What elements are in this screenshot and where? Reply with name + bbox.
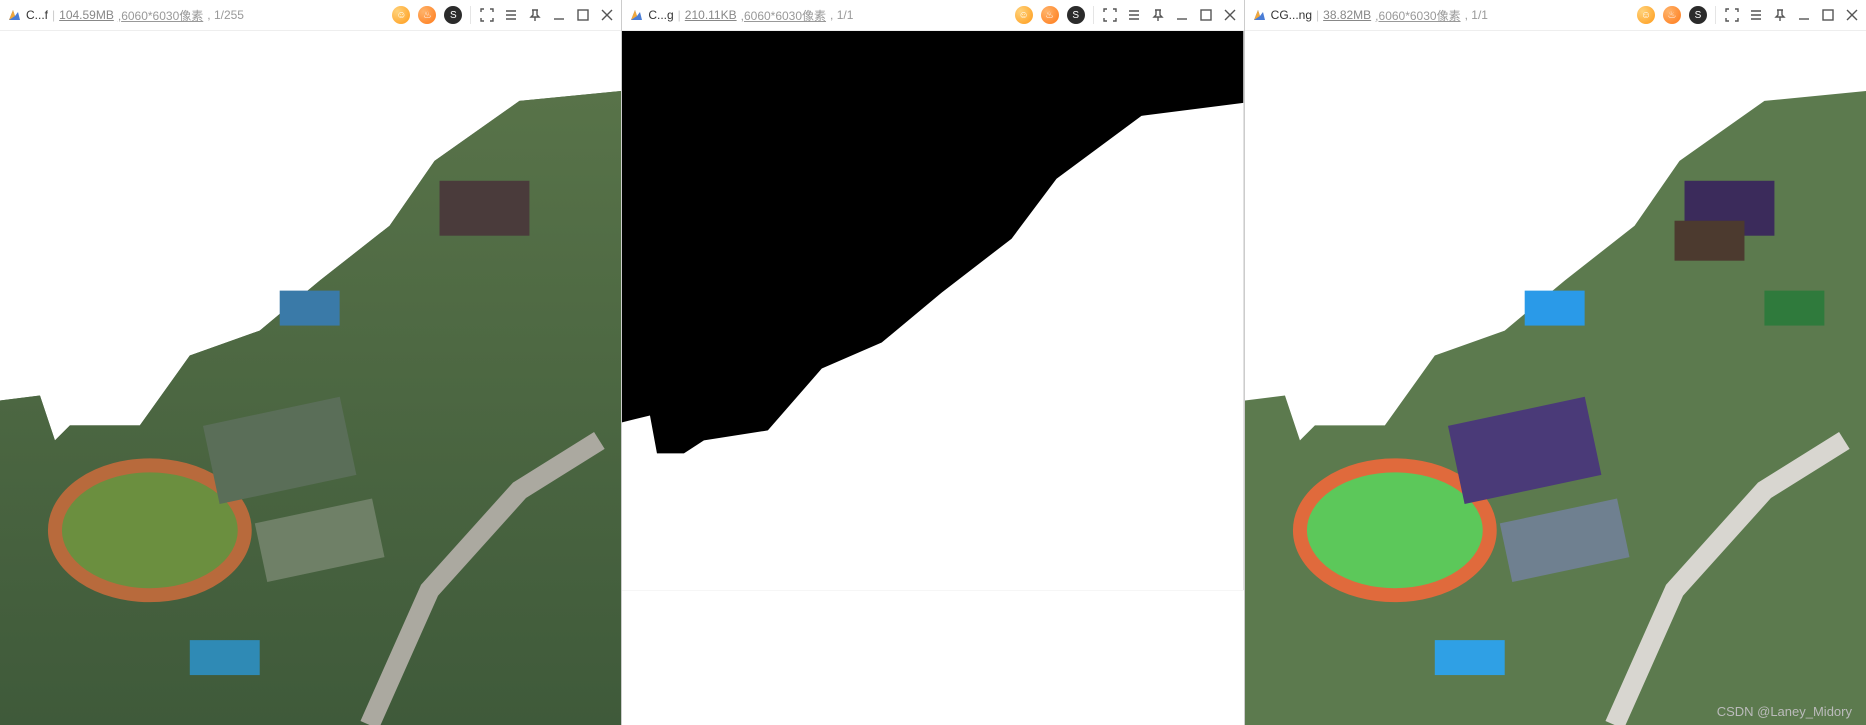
window-title: C...g <box>648 8 673 22</box>
file-size[interactable]: 104.59MB <box>59 8 114 22</box>
close-icon[interactable] <box>599 7 615 23</box>
toolbar-icons: ☺ ♨ S <box>392 6 615 24</box>
toolbar-icons: ☺ ♨ S <box>1015 6 1238 24</box>
s-badge-icon[interactable]: S <box>1067 6 1085 24</box>
separator: | <box>52 8 55 22</box>
toolbar-divider <box>470 6 471 24</box>
minimize-icon[interactable] <box>1796 7 1812 23</box>
viewer-pane-3: CG...ng | 38.82MB ,6060*6030像素 , 1/1 ☺ ♨… <box>1244 0 1866 725</box>
titlebar: C...f | 104.59MB ,6060*6030像素 , 1/255 ☺ … <box>0 0 621 30</box>
close-icon[interactable] <box>1844 7 1860 23</box>
toolbar-divider <box>1093 6 1094 24</box>
zoom-ratio: , 1/255 <box>207 8 244 22</box>
skin-icon[interactable]: ☺ <box>1015 6 1033 24</box>
viewer-pane-1: C...f | 104.59MB ,6060*6030像素 , 1/255 ☺ … <box>0 0 621 725</box>
file-size[interactable]: 38.82MB <box>1323 8 1371 22</box>
titlebar: C...g | 210.11KB ,6060*6030像素 , 1/1 ☺ ♨ … <box>622 0 1243 30</box>
pin-icon[interactable] <box>527 7 543 23</box>
flame-icon[interactable]: ♨ <box>1663 6 1681 24</box>
flame-icon[interactable]: ♨ <box>1041 6 1059 24</box>
minimize-icon[interactable] <box>1174 7 1190 23</box>
orthophoto-image <box>0 31 621 725</box>
close-icon[interactable] <box>1222 7 1238 23</box>
image-dimensions: ,6060*6030像素 <box>1375 7 1460 24</box>
flame-icon[interactable]: ♨ <box>418 6 436 24</box>
image-viewport[interactable] <box>0 30 621 725</box>
titlebar: CG...ng | 38.82MB ,6060*6030像素 , 1/1 ☺ ♨… <box>1245 0 1866 30</box>
menu-icon[interactable] <box>503 7 519 23</box>
zoom-ratio: , 1/1 <box>1465 8 1488 22</box>
app-logo-icon <box>1251 7 1267 23</box>
pin-icon[interactable] <box>1772 7 1788 23</box>
window-title: C...f <box>26 8 48 22</box>
viewer-pane-2: C...g | 210.11KB ,6060*6030像素 , 1/1 ☺ ♨ … <box>621 0 1243 725</box>
mask-image <box>622 31 1243 725</box>
s-badge-icon[interactable]: S <box>444 6 462 24</box>
maximize-icon[interactable] <box>575 7 591 23</box>
toolbar-icons: ☺ ♨ S <box>1637 6 1860 24</box>
separator: | <box>1316 8 1319 22</box>
toolbar-divider <box>1715 6 1716 24</box>
file-size[interactable]: 210.11KB <box>685 8 737 22</box>
window-title: CG...ng <box>1271 8 1312 22</box>
menu-icon[interactable] <box>1748 7 1764 23</box>
zoom-ratio: , 1/1 <box>830 8 853 22</box>
minimize-icon[interactable] <box>551 7 567 23</box>
menu-icon[interactable] <box>1126 7 1142 23</box>
app-logo-icon <box>6 7 22 23</box>
s-badge-icon[interactable]: S <box>1689 6 1707 24</box>
separator: | <box>678 8 681 22</box>
pin-icon[interactable] <box>1150 7 1166 23</box>
fullscreen-icon[interactable] <box>479 7 495 23</box>
maximize-icon[interactable] <box>1198 7 1214 23</box>
image-viewport[interactable] <box>622 30 1243 725</box>
orthophoto-enhanced-image <box>1245 31 1866 725</box>
app-logo-icon <box>628 7 644 23</box>
fullscreen-icon[interactable] <box>1724 7 1740 23</box>
image-viewport[interactable] <box>1245 30 1866 725</box>
maximize-icon[interactable] <box>1820 7 1836 23</box>
image-dimensions: ,6060*6030像素 <box>741 7 826 24</box>
skin-icon[interactable]: ☺ <box>1637 6 1655 24</box>
image-dimensions: ,6060*6030像素 <box>118 7 203 24</box>
fullscreen-icon[interactable] <box>1102 7 1118 23</box>
skin-icon[interactable]: ☺ <box>392 6 410 24</box>
